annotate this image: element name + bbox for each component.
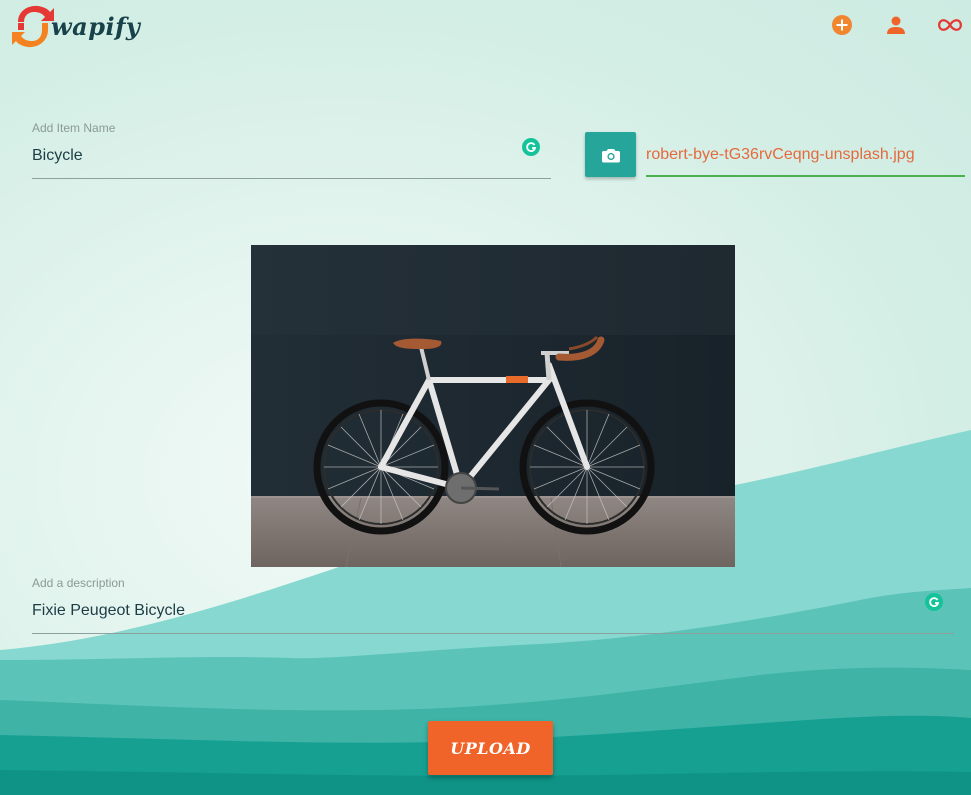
item-name-label: Add Item Name bbox=[32, 121, 116, 135]
description-field: Add a description bbox=[32, 576, 954, 634]
grammarly-icon[interactable] bbox=[522, 138, 540, 156]
item-name-field: Add Item Name bbox=[32, 121, 551, 179]
add-circle-icon[interactable] bbox=[829, 12, 855, 38]
header-actions bbox=[801, 12, 963, 38]
item-name-underline bbox=[32, 178, 551, 179]
upload-button[interactable]: UPLOAD bbox=[428, 721, 553, 775]
grammarly-icon-description[interactable] bbox=[925, 593, 943, 611]
file-path-field[interactable]: robert-bye-tG36rvCeqng-unsplash.jpg bbox=[646, 140, 965, 177]
description-label: Add a description bbox=[32, 576, 125, 590]
person-icon[interactable] bbox=[883, 12, 909, 38]
description-underline bbox=[32, 633, 954, 634]
file-name-text: robert-bye-tG36rvCeqng-unsplash.jpg bbox=[646, 146, 915, 163]
file-path-underline bbox=[646, 175, 965, 177]
app-logo[interactable]: wapify bbox=[10, 2, 150, 52]
camera-upload-button[interactable] bbox=[585, 132, 636, 177]
description-input[interactable] bbox=[32, 599, 954, 623]
infinity-icon[interactable] bbox=[937, 12, 963, 38]
swap-arrows-logo-icon bbox=[12, 5, 54, 48]
item-image-preview bbox=[251, 245, 735, 567]
camera-icon bbox=[601, 148, 620, 162]
item-name-input[interactable] bbox=[32, 144, 551, 168]
brand-name: wapify bbox=[51, 12, 141, 41]
